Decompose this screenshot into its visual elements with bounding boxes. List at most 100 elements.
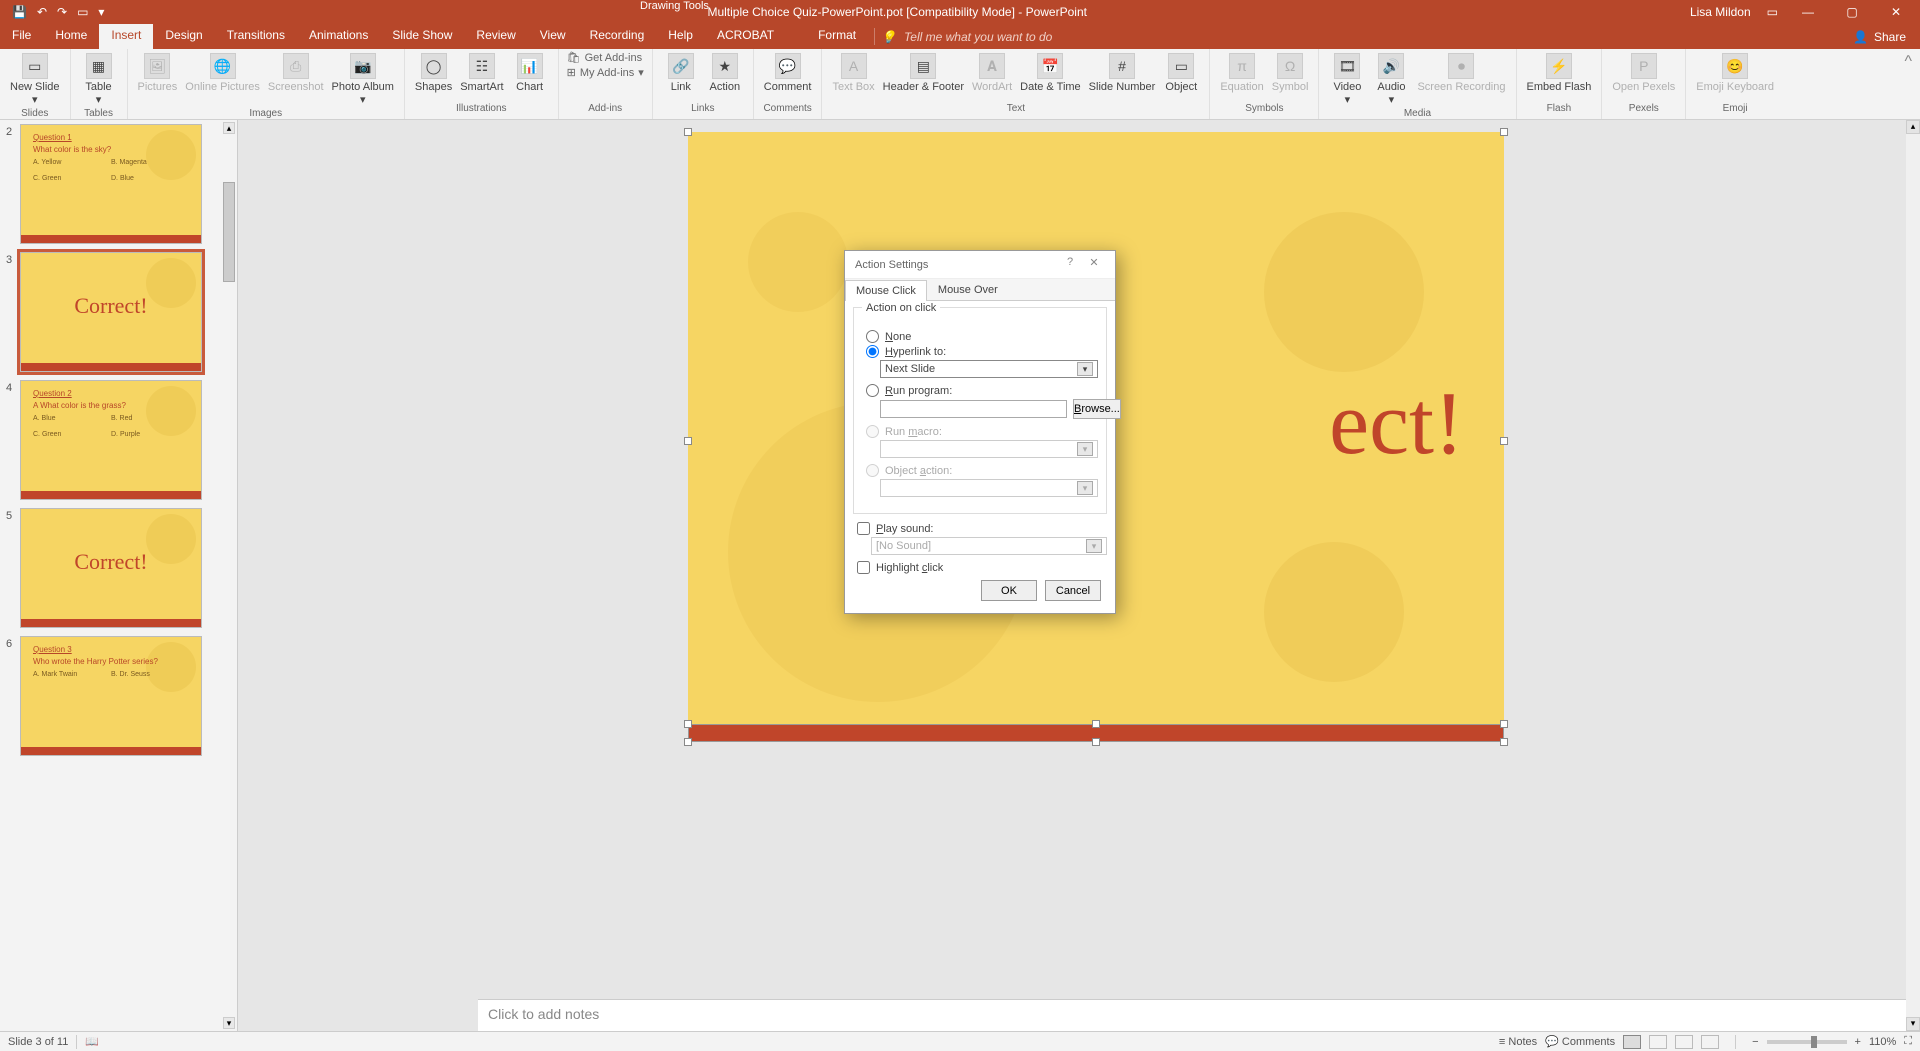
resize-handle[interactable] xyxy=(1092,738,1100,746)
link-button[interactable]: 🔗Link xyxy=(661,51,701,95)
textbox-button[interactable]: AText Box xyxy=(830,51,876,95)
object-button[interactable]: ▭Object xyxy=(1161,51,1201,95)
zoom-slider[interactable] xyxy=(1767,1040,1847,1044)
symbol-button[interactable]: ΩSymbol xyxy=(1270,51,1311,95)
ok-button[interactable]: OK xyxy=(981,580,1037,601)
online-pictures-button[interactable]: 🌐Online Pictures xyxy=(183,51,262,95)
tab-view[interactable]: View xyxy=(528,24,578,49)
radio-hyperlink[interactable]: Hyperlink to: xyxy=(866,345,1098,358)
slide-thumbnail[interactable]: Question 2A What color is the grass?A. B… xyxy=(20,380,202,500)
browse-button[interactable]: Browse... xyxy=(1073,399,1121,419)
slide-thumbnail[interactable]: Correct! xyxy=(20,508,202,628)
scroll-down-icon[interactable]: ▾ xyxy=(1906,1017,1920,1031)
tab-format[interactable]: Format xyxy=(806,24,868,49)
tell-me-search[interactable]: 💡 Tell me what you want to do xyxy=(881,24,1052,49)
get-addins-button[interactable]: 🛍Get Add-ins xyxy=(567,51,644,64)
pictures-button[interactable]: 🖼Pictures xyxy=(136,51,180,95)
header-footer-button[interactable]: ▤Header & Footer xyxy=(881,51,966,95)
tab-mouse-click[interactable]: Mouse Click xyxy=(845,280,927,301)
resize-handle[interactable] xyxy=(1500,720,1508,728)
fit-to-window-button[interactable]: ⛶ xyxy=(1904,1035,1912,1048)
radio-run-program-input[interactable] xyxy=(866,384,879,397)
normal-view-button[interactable] xyxy=(1623,1035,1641,1049)
resize-handle[interactable] xyxy=(1500,128,1508,136)
screen-recording-button[interactable]: ⏺Screen Recording xyxy=(1415,51,1507,95)
scroll-up-icon[interactable]: ▴ xyxy=(1906,120,1920,134)
action-button[interactable]: ★Action xyxy=(705,51,745,95)
thumbnail-wrapper[interactable]: 3Correct! xyxy=(0,248,237,376)
comment-button[interactable]: 💬Comment xyxy=(762,51,814,95)
radio-run-program[interactable]: Run program: xyxy=(866,384,1098,397)
chart-button[interactable]: 📊Chart xyxy=(510,51,550,95)
maximize-button[interactable]: ▢ xyxy=(1838,5,1866,19)
thumbnail-wrapper[interactable]: 5Correct! xyxy=(0,504,237,632)
ribbon-display-icon[interactable]: ▭ xyxy=(1767,5,1778,19)
tab-recording[interactable]: Recording xyxy=(578,24,657,49)
video-button[interactable]: 🎞Video▾ xyxy=(1327,51,1367,108)
photo-album-button[interactable]: 📷Photo Album▾ xyxy=(330,51,396,108)
slide-sorter-button[interactable] xyxy=(1649,1035,1667,1049)
check-play-sound-input[interactable] xyxy=(857,522,870,535)
radio-hyperlink-input[interactable] xyxy=(866,345,879,358)
tab-slideshow[interactable]: Slide Show xyxy=(380,24,464,49)
screenshot-button[interactable]: ⎙Screenshot xyxy=(266,51,326,95)
tab-design[interactable]: Design xyxy=(153,24,214,49)
tab-review[interactable]: Review xyxy=(464,24,527,49)
datetime-button[interactable]: 📅Date & Time xyxy=(1018,51,1083,95)
collapse-ribbon-icon[interactable]: ^ xyxy=(1896,49,1920,119)
resize-handle[interactable] xyxy=(684,128,692,136)
embed-flash-button[interactable]: ⚡Embed Flash xyxy=(1525,51,1594,95)
slide-thumbnail[interactable]: Correct! xyxy=(20,252,202,372)
dialog-close-button[interactable]: ✕ xyxy=(1083,256,1105,274)
new-slide-button[interactable]: ▭New Slide▾ xyxy=(8,51,62,108)
zoom-level[interactable]: 110% xyxy=(1869,1036,1896,1048)
resize-handle[interactable] xyxy=(1500,738,1508,746)
zoom-out-button[interactable]: − xyxy=(1752,1036,1758,1048)
shapes-button[interactable]: ◯Shapes xyxy=(413,51,454,95)
radio-none[interactable]: None xyxy=(866,330,1098,343)
scroll-up-icon[interactable]: ▴ xyxy=(223,122,235,134)
check-highlight-click-input[interactable] xyxy=(857,561,870,574)
thumbnail-wrapper[interactable]: 4Question 2A What color is the grass?A. … xyxy=(0,376,237,504)
resize-handle[interactable] xyxy=(684,738,692,746)
resize-handle[interactable] xyxy=(1500,437,1508,445)
tab-home[interactable]: Home xyxy=(43,24,99,49)
emoji-keyboard-button[interactable]: 😊Emoji Keyboard xyxy=(1694,51,1776,95)
tab-acrobat[interactable]: ACROBAT xyxy=(705,24,786,49)
tab-help[interactable]: Help xyxy=(656,24,705,49)
zoom-slider-knob[interactable] xyxy=(1811,1036,1817,1048)
thumbnail-wrapper[interactable]: 6Question 3Who wrote the Harry Potter se… xyxy=(0,632,237,760)
comments-toggle[interactable]: 💬 Comments xyxy=(1545,1035,1615,1048)
check-highlight-click[interactable]: Highlight click xyxy=(857,561,1107,574)
slideshow-view-button[interactable] xyxy=(1701,1035,1719,1049)
zoom-in-button[interactable]: + xyxy=(1855,1036,1861,1048)
slide-thumbnail[interactable]: Question 3Who wrote the Harry Potter ser… xyxy=(20,636,202,756)
scroll-thumb[interactable] xyxy=(223,182,235,282)
check-play-sound[interactable]: Play sound: xyxy=(857,522,1107,535)
close-window-button[interactable]: ✕ xyxy=(1882,5,1910,19)
reading-view-button[interactable] xyxy=(1675,1035,1693,1049)
notes-pane[interactable]: Click to add notes xyxy=(478,999,1906,1031)
slidenumber-button[interactable]: #Slide Number xyxy=(1087,51,1158,95)
tab-mouse-over[interactable]: Mouse Over xyxy=(927,279,1009,300)
cancel-button[interactable]: Cancel xyxy=(1045,580,1101,601)
open-pexels-button[interactable]: POpen Pexels xyxy=(1610,51,1677,95)
equation-button[interactable]: πEquation xyxy=(1218,51,1265,95)
minimize-button[interactable]: — xyxy=(1794,5,1822,19)
resize-handle[interactable] xyxy=(684,720,692,728)
smartart-button[interactable]: ☷SmartArt xyxy=(458,51,505,95)
hyperlink-combo[interactable]: Next Slide ▾ xyxy=(880,360,1098,378)
table-button[interactable]: ▦Table▾ xyxy=(79,51,119,108)
thumbnail-wrapper[interactable]: 2Question 1What color is the sky?A. Yell… xyxy=(0,120,237,248)
user-name[interactable]: Lisa Mildon xyxy=(1690,5,1751,19)
slide-position[interactable]: Slide 3 of 11 xyxy=(8,1036,68,1048)
scroll-down-icon[interactable]: ▾ xyxy=(223,1017,235,1029)
tab-insert[interactable]: Insert xyxy=(99,24,153,49)
radio-none-input[interactable] xyxy=(866,330,879,343)
chevron-down-icon[interactable]: ▾ xyxy=(1077,362,1093,376)
tab-animations[interactable]: Animations xyxy=(297,24,380,49)
my-addins-button[interactable]: ⊞My Add-ins▾ xyxy=(567,66,644,79)
wordart-button[interactable]: 𝐀WordArt xyxy=(970,51,1014,95)
slide-canvas[interactable]: ect! ▴ ▾ Click to add notes xyxy=(238,120,1920,1031)
spellcheck-icon[interactable]: 📖 xyxy=(85,1035,99,1048)
